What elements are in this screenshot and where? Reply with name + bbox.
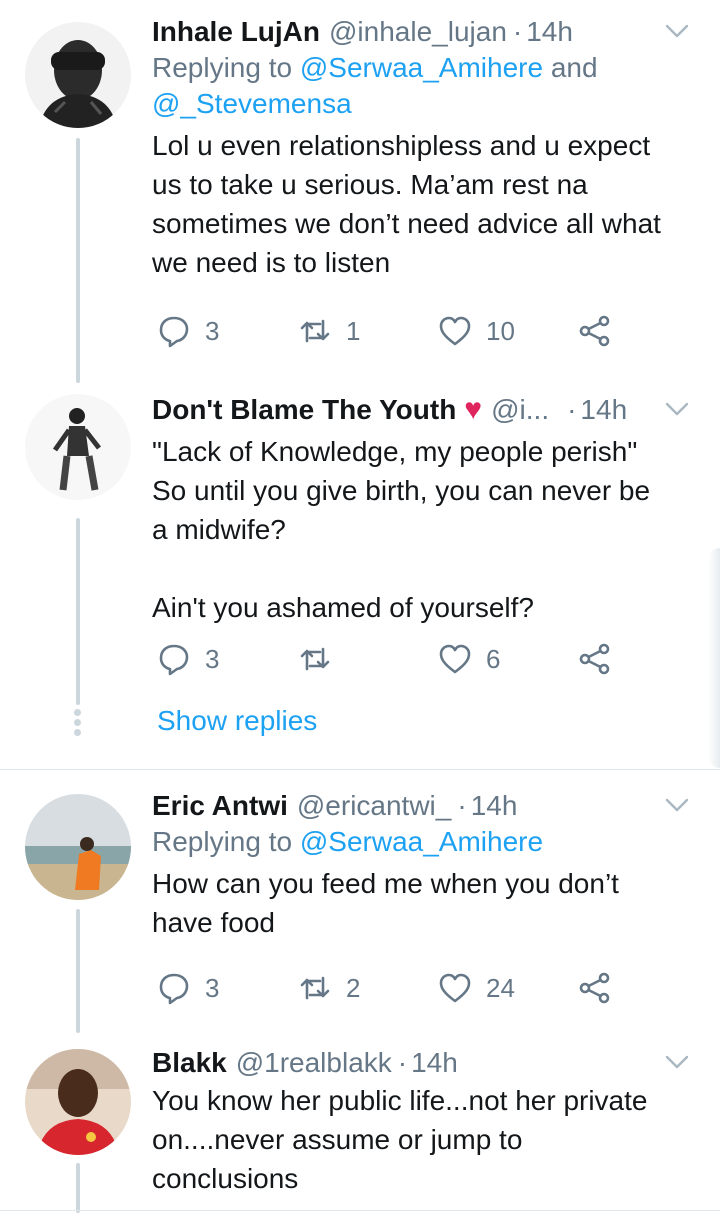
display-name[interactable]: Blakk	[152, 1045, 227, 1081]
retweet-count: 1	[346, 315, 361, 346]
divider	[0, 1210, 720, 1211]
chevron-down-icon[interactable]	[664, 396, 690, 422]
reply-button[interactable]: 3	[157, 642, 219, 676]
user-handle[interactable]: @inhale_lujan	[329, 14, 507, 50]
display-name[interactable]: Inhale LujAn	[152, 14, 320, 50]
display-name[interactable]: Don't Blame The Youth	[152, 392, 456, 428]
share-button[interactable]	[578, 642, 612, 676]
chevron-down-icon[interactable]	[664, 792, 690, 818]
reply-icon	[159, 973, 189, 1005]
thread-line	[76, 909, 80, 1033]
like-count: 10	[486, 315, 515, 346]
separator-dot: ·	[397, 1047, 408, 1078]
reply-icon	[159, 316, 189, 348]
retweet-icon	[300, 976, 330, 1000]
timestamp[interactable]: 14h	[471, 788, 518, 824]
user-handle[interactable]: @ericantwi_	[297, 788, 451, 824]
timestamp[interactable]: 14h	[411, 1045, 458, 1081]
timestamp[interactable]: 14h	[526, 14, 573, 50]
mention-link[interactable]: @_Stevemensa	[152, 88, 352, 119]
tweet-blakk[interactable]: Blakk @1realblakk · 14h You know her pub…	[0, 1033, 720, 1213]
like-button[interactable]: 6	[438, 642, 500, 676]
chevron-down-icon[interactable]	[664, 1049, 690, 1075]
thread-line	[76, 1163, 80, 1213]
avatar-dont-blame-the-youth[interactable]	[25, 394, 131, 500]
tweet-text: "Lack of Knowledge, my people perish" So…	[152, 436, 651, 623]
like-icon	[439, 644, 471, 674]
thread-line	[76, 518, 80, 705]
reply-button[interactable]: 3	[157, 314, 219, 348]
like-button[interactable]: 10	[438, 314, 515, 348]
like-button[interactable]: 24	[438, 971, 515, 1005]
thread-line	[76, 138, 80, 383]
chevron-down-icon[interactable]	[664, 18, 690, 44]
show-replies-link[interactable]: Show replies	[157, 705, 317, 737]
reply-button[interactable]: 3	[157, 971, 219, 1005]
like-count: 6	[486, 643, 501, 674]
retweet-icon	[300, 319, 330, 343]
scroll-edge	[708, 548, 720, 768]
avatar-blakk[interactable]	[25, 1049, 131, 1155]
separator-dot: ·	[457, 790, 467, 821]
tweet-text: Lol u even relationshipless and u expect…	[152, 130, 661, 278]
display-name[interactable]: Eric Antwi	[152, 788, 288, 824]
timestamp[interactable]: 14h	[580, 392, 627, 428]
retweet-button[interactable]: 1	[298, 314, 360, 348]
tweet-dont-blame-the-youth[interactable]: Don't Blame The Youth ♥ @i... · 14h "Lac…	[0, 380, 720, 770]
like-icon	[439, 973, 471, 1003]
separator-dot: ·	[512, 16, 523, 47]
like-icon	[439, 316, 471, 346]
reply-count: 3	[205, 315, 220, 346]
replying-to: Replying to @Serwaa_Amihere and @_Stevem…	[152, 52, 598, 119]
user-handle[interactable]: @i...	[491, 392, 549, 428]
user-handle[interactable]: @1realblakk	[236, 1045, 392, 1081]
reply-count: 3	[205, 643, 220, 674]
mention-link[interactable]: @Serwaa_Amihere	[300, 826, 543, 857]
share-icon	[579, 315, 610, 347]
share-icon	[579, 972, 610, 1004]
retweet-icon	[300, 647, 330, 671]
tweet-text: How can you feed me when you don’t have …	[152, 868, 619, 938]
mention-link[interactable]: @Serwaa_Amihere	[300, 52, 543, 83]
retweet-button[interactable]: 2	[298, 971, 360, 1005]
share-button[interactable]	[578, 314, 612, 348]
share-icon	[579, 643, 610, 675]
avatar-inhale-lujan[interactable]	[25, 22, 131, 128]
heart-emoji: ♥	[464, 393, 483, 426]
avatar-eric-antwi[interactable]	[25, 794, 131, 900]
thread-dots	[74, 709, 82, 739]
reply-count: 3	[205, 972, 220, 1003]
replying-to: Replying to @Serwaa_Amihere	[152, 826, 544, 857]
share-button[interactable]	[578, 971, 612, 1005]
tweet-inhale-lujan[interactable]: Inhale LujAn @inhale_lujan · 14h Replyin…	[0, 0, 720, 383]
separator-dot: ·	[567, 394, 577, 425]
retweet-count: 2	[346, 972, 361, 1003]
reply-icon	[159, 644, 189, 676]
tweet-eric-antwi[interactable]: Eric Antwi @ericantwi_ · 14h Replying to…	[0, 770, 720, 1033]
tweet-text: You know her public life...not her priva…	[152, 1085, 648, 1194]
like-count: 24	[486, 972, 515, 1003]
retweet-button[interactable]	[298, 642, 346, 676]
